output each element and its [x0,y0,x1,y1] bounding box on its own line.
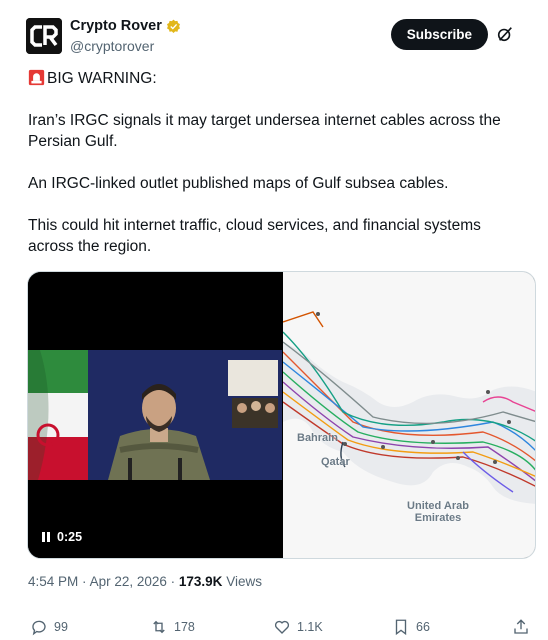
tweet-header: Crypto Rover @cryptorover Subscribe [26,16,534,60]
views-label: Views [226,574,262,589]
name-row: Crypto Rover [70,18,181,34]
reply-button[interactable]: 99 [30,618,68,636]
action-bar: 99 178 1.1K 66 [30,618,532,640]
subscribe-button[interactable]: Subscribe [390,19,488,50]
duration-text: 0:25 [57,530,83,544]
tweet-time[interactable]: 4:54 PM [28,574,78,589]
map-label-bahrain: Bahrain [297,432,338,444]
views-count: 173.9K [178,574,223,589]
meta-separator: · [82,574,90,589]
map-label-uae: United Arab Emirates [407,500,469,524]
reply-icon [32,620,46,636]
grok-icon[interactable] [496,25,514,43]
reply-count: 99 [54,620,68,634]
tweet-paragraph-2: An IRGC-linked outlet published maps of … [28,175,449,192]
bookmark-count: 66 [416,620,430,634]
display-name[interactable]: Crypto Rover [70,18,162,34]
like-count: 1.1K [297,620,323,634]
repost-icon [153,620,165,634]
pause-icon[interactable] [42,532,51,542]
repost-button[interactable]: 178 [150,618,195,636]
cr-logo-icon [26,18,62,54]
tweet-paragraph-3: This could hit internet traffic, cloud s… [28,217,481,255]
siren-icon [28,69,45,86]
cable-map-image[interactable]: Bahrain Qatar United Arab Emirates [283,272,535,558]
video-still [28,350,282,480]
tweet-body: BIG WARNING: Iran’s IRGC signals it may … [28,68,528,278]
map-label-qatar: Qatar [321,456,350,468]
warning-line: BIG WARNING: [28,68,528,89]
warning-text: BIG WARNING: [47,70,157,87]
meta-separator: · [170,574,179,589]
bookmark-icon [395,619,407,636]
avatar[interactable] [26,18,62,54]
bookmark-button[interactable]: 66 [392,618,430,636]
video-player[interactable]: 0:25 [28,272,282,558]
video-frame[interactable] [28,350,282,480]
repost-count: 178 [174,620,195,634]
tweet-meta: 4:54 PM · Apr 22, 2026 · 173.9K Views [28,574,262,589]
verified-badge-icon[interactable] [166,19,181,34]
heart-icon [274,620,290,634]
share-icon [514,619,528,634]
share-button[interactable] [512,618,530,636]
tweet-paragraph-1: Iran’s IRGC signals it may target unders… [28,112,501,150]
tweet-date[interactable]: Apr 22, 2026 [90,574,167,589]
media-container[interactable]: 0:25 Bahrain Qatar United Arab Emirates [27,271,536,559]
video-duration[interactable]: 0:25 [42,530,82,544]
like-button[interactable]: 1.1K [273,618,323,636]
handle[interactable]: @cryptorover [70,38,154,54]
